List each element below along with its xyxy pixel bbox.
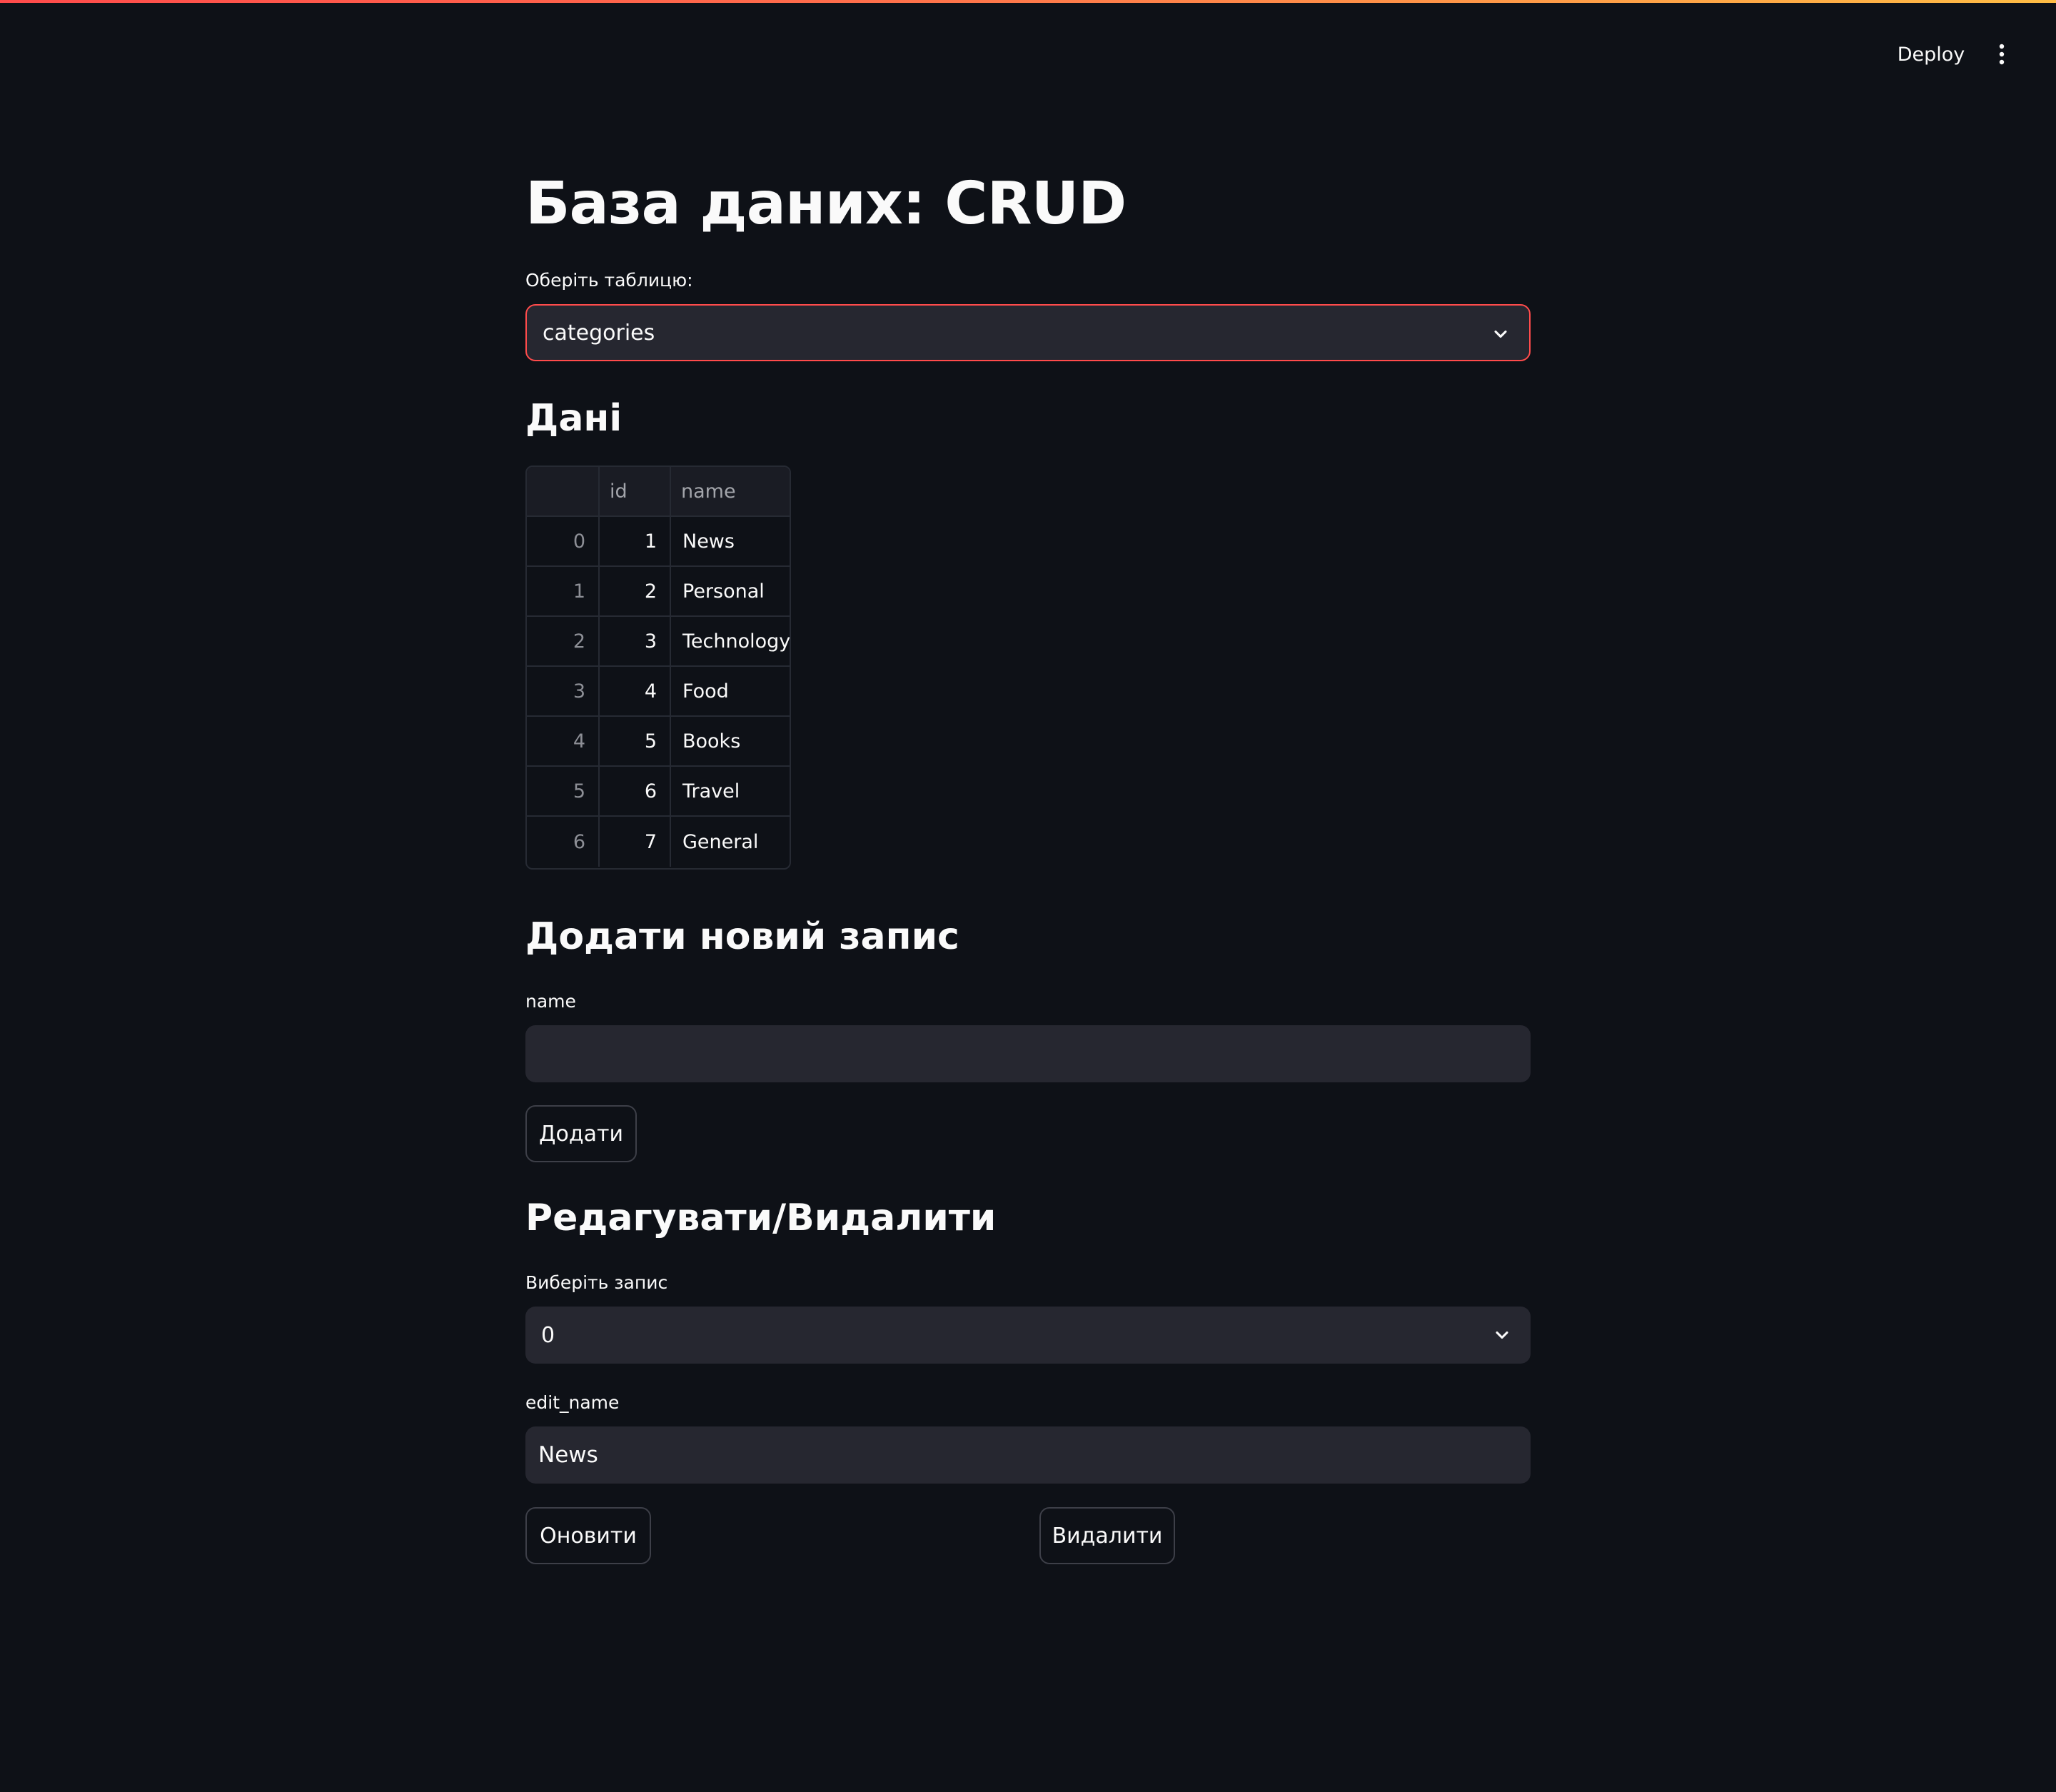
page-title: База даних: CRUD	[525, 170, 1127, 238]
row-index: 3	[527, 667, 600, 717]
row-index: 6	[527, 817, 600, 867]
chevron-down-icon	[1496, 1331, 1508, 1339]
table-header-name[interactable]: name	[671, 467, 790, 517]
deploy-button[interactable]: Deploy	[1885, 34, 1977, 74]
add-button[interactable]: Додати	[525, 1105, 637, 1162]
cell-id[interactable]: 4	[600, 667, 671, 717]
cell-id[interactable]: 3	[600, 617, 671, 667]
delete-button[interactable]: Видалити	[1039, 1507, 1175, 1564]
cell-id[interactable]: 7	[600, 817, 671, 867]
cell-name[interactable]: Personal	[671, 567, 790, 617]
cell-id[interactable]: 5	[600, 717, 671, 767]
cell-id[interactable]: 1	[600, 517, 671, 567]
edit-name-label: edit_name	[525, 1392, 620, 1413]
add-record-heading: Додати новий запис	[525, 915, 959, 958]
row-index: 4	[527, 717, 600, 767]
row-index: 0	[527, 517, 600, 567]
table-select-label: Оберіть таблицю:	[525, 270, 693, 291]
row-index: 1	[527, 567, 600, 617]
edit-delete-heading: Редагувати/Видалити	[525, 1197, 997, 1239]
cell-name[interactable]: Food	[671, 667, 790, 717]
row-index: 2	[527, 617, 600, 667]
cell-name[interactable]: Books	[671, 717, 790, 767]
record-select-label: Виберіть запис	[525, 1272, 668, 1293]
cell-id[interactable]: 2	[600, 567, 671, 617]
cell-name[interactable]: Travel	[671, 767, 790, 817]
table-select[interactable]: categories	[525, 304, 1531, 361]
record-select[interactable]: 0	[525, 1307, 1531, 1364]
app-header: Deploy	[0, 3, 2056, 86]
data-heading: Дані	[525, 397, 623, 440]
table-row: 3 4 Food	[527, 667, 790, 717]
name-field-label: name	[525, 991, 576, 1012]
row-index: 5	[527, 767, 600, 817]
edit-name-input[interactable]	[525, 1426, 1531, 1484]
table-row: 2 3 Technology	[527, 617, 790, 667]
cell-name[interactable]: Technology	[671, 617, 790, 667]
table-row: 1 2 Personal	[527, 567, 790, 617]
data-table[interactable]: id name 0 1 News 1 2 Personal 2 3 Techno…	[525, 465, 791, 870]
table-header-row: id name	[527, 467, 790, 517]
record-select-value: 0	[541, 1322, 555, 1348]
table-select-value: categories	[543, 320, 655, 346]
table-row: 4 5 Books	[527, 717, 790, 767]
table-row: 0 1 News	[527, 517, 790, 567]
table-row: 6 7 General	[527, 817, 790, 867]
table-header-id[interactable]: id	[600, 467, 671, 517]
table-row: 5 6 Travel	[527, 767, 790, 817]
update-button[interactable]: Оновити	[525, 1507, 651, 1564]
cell-id[interactable]: 6	[600, 767, 671, 817]
more-vertical-icon[interactable]	[1985, 34, 2019, 74]
name-input[interactable]	[525, 1025, 1531, 1082]
cell-name[interactable]: News	[671, 517, 790, 567]
chevron-down-icon	[1494, 330, 1507, 338]
cell-name[interactable]: General	[671, 817, 790, 867]
table-header-index	[527, 467, 600, 517]
